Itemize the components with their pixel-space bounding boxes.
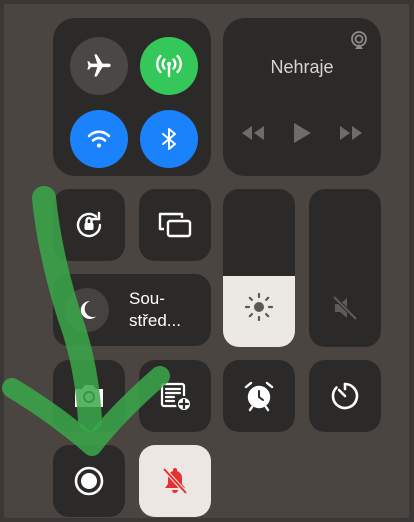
- play-icon[interactable]: [292, 122, 312, 144]
- airplane-icon: [85, 52, 113, 80]
- alarm-button[interactable]: [223, 360, 295, 432]
- screen-mirroring-button[interactable]: [139, 189, 211, 261]
- media-player[interactable]: Nehraje: [223, 18, 381, 176]
- wifi-icon: [84, 124, 114, 154]
- fast-forward-icon[interactable]: [339, 125, 363, 141]
- media-title: Nehraje: [270, 57, 334, 77]
- screen-recording-button[interactable]: [53, 445, 125, 517]
- focus-button[interactable]: Sou- střed...: [53, 274, 211, 346]
- orientation-lock-button[interactable]: [53, 189, 125, 261]
- control-center: Nehraje Sou- střed...: [4, 4, 409, 518]
- volume-slider[interactable]: [309, 189, 381, 347]
- cellular-data-toggle[interactable]: [140, 37, 198, 95]
- focus-label-line2: střed...: [129, 311, 181, 330]
- alarm-clock-icon: [243, 380, 275, 412]
- screen-mirroring-icon: [157, 211, 193, 239]
- camera-button[interactable]: [53, 360, 125, 432]
- brightness-slider[interactable]: [223, 189, 295, 347]
- timer-icon: [330, 381, 360, 411]
- timer-button[interactable]: [309, 360, 381, 432]
- bluetooth-toggle[interactable]: [140, 110, 198, 168]
- rewind-icon[interactable]: [241, 125, 265, 141]
- camera-icon: [72, 382, 106, 410]
- rotation-lock-icon: [73, 209, 105, 241]
- moon-icon: [75, 298, 99, 322]
- airplay-icon[interactable]: [349, 30, 369, 50]
- bell-slash-icon: [161, 466, 189, 496]
- note-add-icon: [159, 381, 193, 413]
- cellular-antenna-icon: [154, 51, 184, 81]
- airplane-mode-toggle[interactable]: [70, 37, 128, 95]
- bluetooth-icon: [155, 125, 183, 153]
- sun-icon: [244, 292, 274, 322]
- speaker-muted-icon: [332, 295, 358, 321]
- silent-mode-button[interactable]: [139, 445, 211, 517]
- wifi-toggle[interactable]: [70, 110, 128, 168]
- quick-note-button[interactable]: [139, 360, 211, 432]
- focus-label-line1: Sou-: [129, 289, 165, 308]
- record-icon: [73, 465, 105, 497]
- moon-icon-circle: [65, 288, 109, 332]
